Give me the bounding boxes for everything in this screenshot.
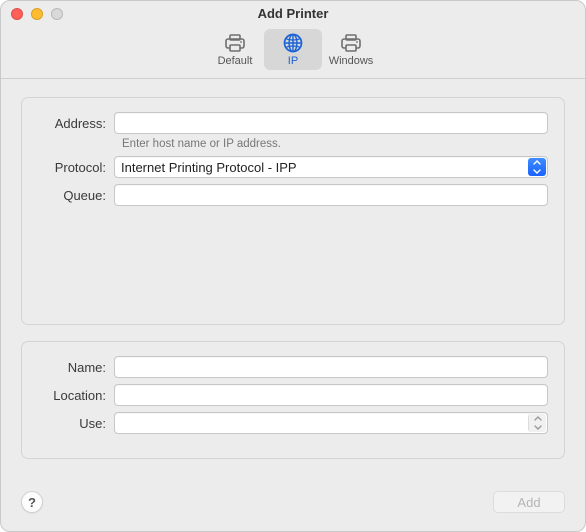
name-input[interactable] <box>114 356 548 378</box>
printer-type-segmented-control: Default IP <box>206 29 380 70</box>
queue-label: Queue: <box>38 188 114 203</box>
toolbar: Default IP <box>1 27 585 79</box>
add-button-label: Add <box>517 495 540 510</box>
minimize-window-button[interactable] <box>31 8 43 20</box>
segment-windows[interactable]: Windows <box>322 29 380 70</box>
name-label: Name: <box>38 360 114 375</box>
address-hint: Enter host name or IP address. <box>122 138 548 150</box>
globe-icon <box>280 32 306 54</box>
printer-icon <box>222 32 248 54</box>
help-icon: ? <box>28 495 36 510</box>
printer-icon <box>338 32 364 54</box>
add-button: Add <box>493 491 565 513</box>
add-printer-window: Add Printer Default <box>0 0 586 532</box>
segment-default[interactable]: Default <box>206 29 264 70</box>
details-panel: Name: Location: Use: <box>21 341 565 459</box>
use-select[interactable] <box>114 412 548 434</box>
protocol-value: Internet Printing Protocol - IPP <box>121 160 297 175</box>
help-button[interactable]: ? <box>21 491 43 513</box>
footer: ? Add <box>1 473 585 531</box>
updown-chevron-icon <box>528 414 546 432</box>
location-label: Location: <box>38 388 114 403</box>
segment-label: Windows <box>329 55 374 67</box>
segment-label: Default <box>218 55 253 67</box>
segment-ip[interactable]: IP <box>264 29 322 70</box>
use-label: Use: <box>38 416 114 431</box>
protocol-label: Protocol: <box>38 160 114 175</box>
segment-label: IP <box>288 55 298 67</box>
location-input[interactable] <box>114 384 548 406</box>
updown-chevron-icon <box>528 158 546 176</box>
content-area: Address: Enter host name or IP address. … <box>1 79 585 473</box>
titlebar: Add Printer <box>1 1 585 27</box>
address-label: Address: <box>38 116 114 131</box>
connection-panel: Address: Enter host name or IP address. … <box>21 97 565 325</box>
address-input[interactable] <box>114 112 548 134</box>
queue-input[interactable] <box>114 184 548 206</box>
window-title: Add Printer <box>258 6 329 21</box>
maximize-window-button <box>51 8 63 20</box>
close-window-button[interactable] <box>11 8 23 20</box>
protocol-select[interactable]: Internet Printing Protocol - IPP <box>114 156 548 178</box>
traffic-lights <box>11 8 63 20</box>
